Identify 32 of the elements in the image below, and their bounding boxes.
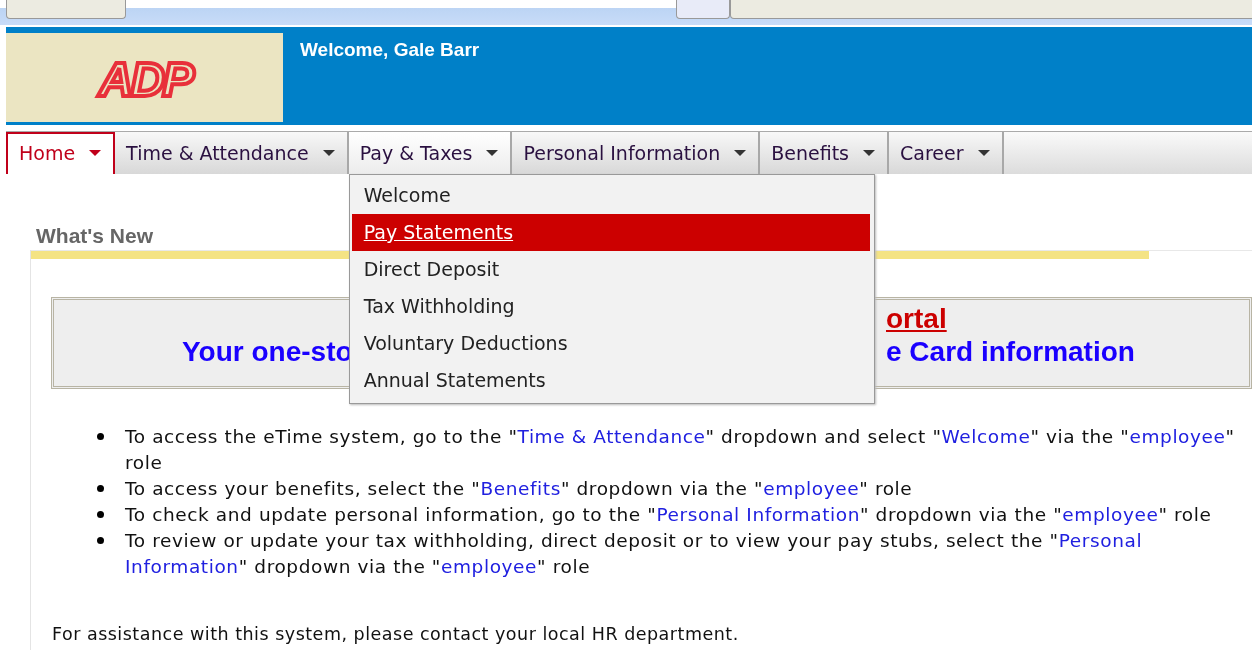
logo: ADP bbox=[88, 51, 201, 104]
section-title: What's New bbox=[36, 224, 153, 249]
caret-icon bbox=[734, 150, 747, 156]
caret-icon bbox=[322, 150, 335, 156]
menu-item[interactable]: Direct Deposit bbox=[351, 251, 870, 288]
nav-tab[interactable]: Home bbox=[6, 132, 116, 174]
banner-heading: e Card information bbox=[886, 336, 1135, 368]
bullet-text: To check and update personal information, go to the "Personal Information" dropdown via the "employee" role bbox=[125, 503, 1213, 527]
nav-tab[interactable]: Career bbox=[889, 132, 1004, 174]
help-text: For assistance with this system, please contact your local HR department. bbox=[52, 624, 740, 644]
menu-item[interactable]: Welcome bbox=[351, 177, 870, 214]
caret-icon bbox=[486, 150, 499, 156]
nav-tab[interactable]: Personal Information bbox=[512, 132, 761, 174]
menu-item[interactable]: Pay Statements bbox=[351, 214, 870, 251]
nav-tab[interactable]: Time & Attendance bbox=[115, 132, 349, 174]
nav-tab[interactable]: Benefits bbox=[760, 132, 889, 174]
bullet-icon bbox=[97, 433, 104, 440]
bullet-text: To access your benefits, select the "Benefits" dropdown via the "employee" role bbox=[125, 477, 914, 501]
caret-icon bbox=[977, 150, 990, 156]
banner-heading: Your one-sto bbox=[182, 336, 353, 368]
caret-icon bbox=[863, 150, 875, 156]
bullet-text: To review or update your tax withholding, direct deposit or to view your pay stubs, select the "Personal Information" dropdown via the "employee" role bbox=[125, 529, 1144, 579]
bullet-icon bbox=[97, 511, 104, 518]
bullet-icon bbox=[97, 485, 104, 492]
bullet-icon bbox=[97, 537, 104, 544]
menu-item[interactable]: Voluntary Deductions bbox=[351, 325, 870, 362]
portal-link[interactable]: ortal bbox=[886, 304, 947, 334]
menu-item[interactable]: Annual Statements bbox=[351, 362, 870, 399]
welcome-text: Welcome, Gale Barr bbox=[300, 39, 480, 61]
caret-icon bbox=[89, 150, 102, 156]
bullet-text: To access the eTime system, go to the "Time & Attendance" dropdown and select "Welcome" via the "employee" role bbox=[125, 425, 1236, 475]
menu-item[interactable]: Tax Withholding bbox=[351, 288, 870, 325]
